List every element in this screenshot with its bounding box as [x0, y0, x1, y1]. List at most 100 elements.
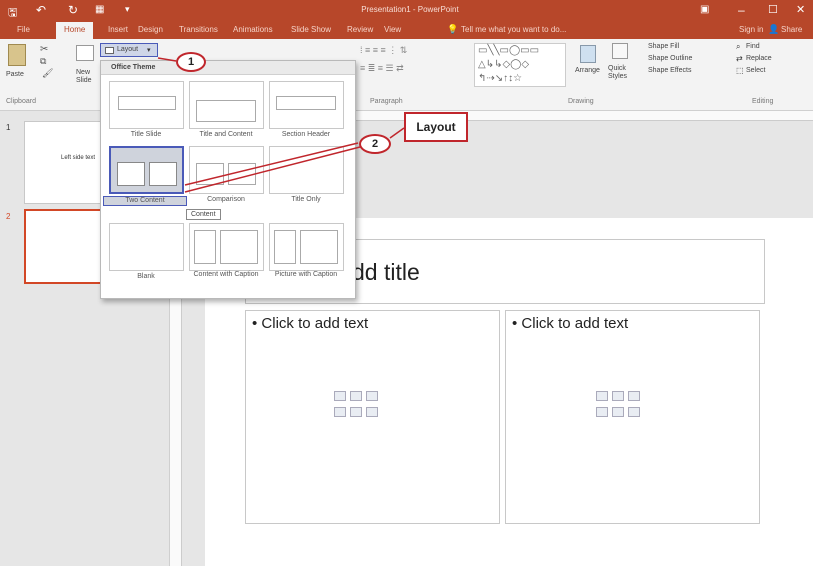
- tab-home[interactable]: Home: [56, 22, 94, 39]
- share-button[interactable]: Share: [778, 25, 805, 34]
- replace-button[interactable]: Replace: [746, 55, 772, 62]
- maximize-button[interactable]: ☐: [768, 3, 778, 16]
- ribbon-tabs: File Home Insert Design Transitions Anim…: [0, 22, 813, 39]
- left-content-placeholder[interactable]: • Click to add text: [245, 310, 500, 524]
- layout-blank-label: Blank: [137, 273, 155, 280]
- callout-line-3: [389, 127, 405, 139]
- undo-icon[interactable]: ↶: [36, 3, 46, 17]
- right-content-placeholder[interactable]: • Click to add text: [505, 310, 760, 524]
- window-title: Presentation1 - PowerPoint: [361, 5, 459, 14]
- insert-picture-icon[interactable]: [596, 407, 608, 417]
- paste-button[interactable]: Paste: [6, 71, 24, 78]
- callout-step-2: 2: [359, 134, 391, 154]
- replace-icon: ⇄: [736, 54, 743, 63]
- cut-icon[interactable]: ✂: [40, 44, 48, 55]
- layout-gallery: Office Theme Title Slide Title and Conte…: [100, 60, 356, 299]
- insert-table-icon[interactable]: [596, 391, 608, 401]
- layout-blank[interactable]: [109, 223, 184, 271]
- left-content-label: Click to add text: [261, 315, 369, 332]
- layout-content-with-caption-main: [220, 230, 258, 264]
- start-from-beginning-icon[interactable]: ▦: [95, 4, 104, 15]
- layout-title-only[interactable]: [269, 146, 344, 194]
- layout-tooltip: Content: [186, 209, 221, 220]
- layout-comparison-label: Comparison: [207, 196, 245, 203]
- new-slide-icon: [76, 45, 94, 61]
- insert-smartart-icon[interactable]: [628, 391, 640, 401]
- layout-button[interactable]: Layout ▾: [100, 43, 158, 57]
- layout-title-and-content-box: [196, 100, 256, 122]
- clipboard-group-label: Clipboard: [6, 98, 36, 105]
- shape-fill-button[interactable]: Shape Fill: [648, 43, 679, 50]
- layout-two-content-left: [117, 162, 145, 186]
- insert-picture-icon[interactable]: [334, 407, 346, 417]
- paragraph-controls[interactable]: ≡ ≣ ≡ ☰ ⇄: [360, 63, 455, 75]
- customize-qat-icon[interactable]: ▾: [125, 4, 130, 15]
- right-insert-icons: [596, 391, 644, 435]
- tell-me-box[interactable]: Tell me what you want to do...: [458, 25, 569, 34]
- insert-online-picture-icon[interactable]: [350, 407, 362, 417]
- layout-picture-with-caption-main: [300, 230, 338, 264]
- layout-title-and-content-label: Title and Content: [199, 131, 253, 138]
- quick-styles-button[interactable]: Quick Styles: [608, 65, 634, 81]
- sign-in-link[interactable]: Sign in: [736, 25, 766, 34]
- layout-title-and-content[interactable]: [189, 81, 264, 129]
- tab-file[interactable]: File: [14, 25, 33, 34]
- new-slide-button[interactable]: New Slide: [76, 69, 98, 85]
- layout-content-with-caption[interactable]: [189, 223, 264, 271]
- select-icon: ⬚: [736, 66, 744, 75]
- layout-title-slide-line: [118, 96, 176, 110]
- insert-table-icon[interactable]: [334, 391, 346, 401]
- ribbon-display-icon[interactable]: ▣: [700, 4, 709, 15]
- save-icon[interactable]: 🖫: [8, 4, 17, 23]
- layout-section-header[interactable]: [269, 81, 344, 129]
- slide-1-thumbnail-text: Left side text: [61, 155, 96, 161]
- tab-slide-show[interactable]: Slide Show: [288, 25, 334, 34]
- shapes-gallery[interactable]: ▭╲╲▭◯▭▭ △↳↳◇◯◇ ↰⇢↘↑↕☆: [474, 43, 566, 87]
- tab-view[interactable]: View: [381, 25, 404, 34]
- gallery-header: Office Theme: [101, 61, 355, 75]
- layout-title-slide-label: Title Slide: [130, 131, 162, 138]
- tab-insert[interactable]: Insert: [105, 25, 131, 34]
- tab-transitions[interactable]: Transitions: [176, 25, 221, 34]
- find-button[interactable]: Find: [746, 43, 760, 50]
- slide-2-number: 2: [6, 212, 11, 221]
- shape-outline-button[interactable]: Shape Outline: [648, 55, 692, 62]
- layout-comparison[interactable]: [189, 146, 264, 194]
- close-button[interactable]: ✕: [796, 3, 805, 16]
- layout-title-only-label: Title Only: [291, 196, 321, 203]
- layout-picture-with-caption-label: Picture with Caption: [274, 271, 338, 278]
- arrange-button[interactable]: Arrange: [575, 67, 600, 74]
- minimize-button[interactable]: –: [738, 3, 745, 17]
- select-button[interactable]: Select: [746, 67, 765, 74]
- insert-chart-icon[interactable]: [612, 391, 624, 401]
- callout-layout-box: Layout: [404, 112, 468, 142]
- insert-video-icon[interactable]: [628, 407, 640, 417]
- format-painter-icon[interactable]: 🖌: [42, 68, 53, 79]
- layout-picture-with-caption[interactable]: [269, 223, 344, 271]
- find-icon: ⌕: [736, 42, 741, 51]
- layout-icon: [105, 47, 114, 54]
- font-controls[interactable]: ⁞ ≡ ≡ ≡ ⋮ ⇅: [360, 45, 455, 57]
- layout-two-content-label: Two Content: [103, 196, 187, 206]
- layout-two-content[interactable]: [109, 146, 184, 194]
- layout-title-slide[interactable]: [109, 81, 184, 129]
- insert-smartart-icon[interactable]: [366, 391, 378, 401]
- tab-animations[interactable]: Animations: [230, 25, 276, 34]
- tab-design[interactable]: Design: [135, 25, 166, 34]
- title-bar: 🖫 ↶ ↻ ▦ ▾ Presentation1 - PowerPoint ▣ –…: [0, 0, 813, 22]
- quick-styles-icon: [612, 43, 628, 59]
- title-placeholder-text: dd title: [352, 259, 420, 285]
- layout-two-content-right: [149, 162, 177, 186]
- copy-icon[interactable]: ⧉: [40, 56, 46, 67]
- tab-review[interactable]: Review: [344, 25, 376, 34]
- layout-content-with-caption-label: Content with Caption: [193, 271, 259, 278]
- redo-icon[interactable]: ↻: [68, 3, 78, 17]
- arrange-icon: [580, 45, 596, 63]
- paragraph-group-label: Paragraph: [370, 98, 403, 105]
- right-content-text: • Click to add text: [512, 315, 629, 332]
- shape-effects-button[interactable]: Shape Effects: [648, 67, 691, 74]
- insert-chart-icon[interactable]: [350, 391, 362, 401]
- insert-video-icon[interactable]: [366, 407, 378, 417]
- insert-online-picture-icon[interactable]: [612, 407, 624, 417]
- left-insert-icons: [334, 391, 382, 435]
